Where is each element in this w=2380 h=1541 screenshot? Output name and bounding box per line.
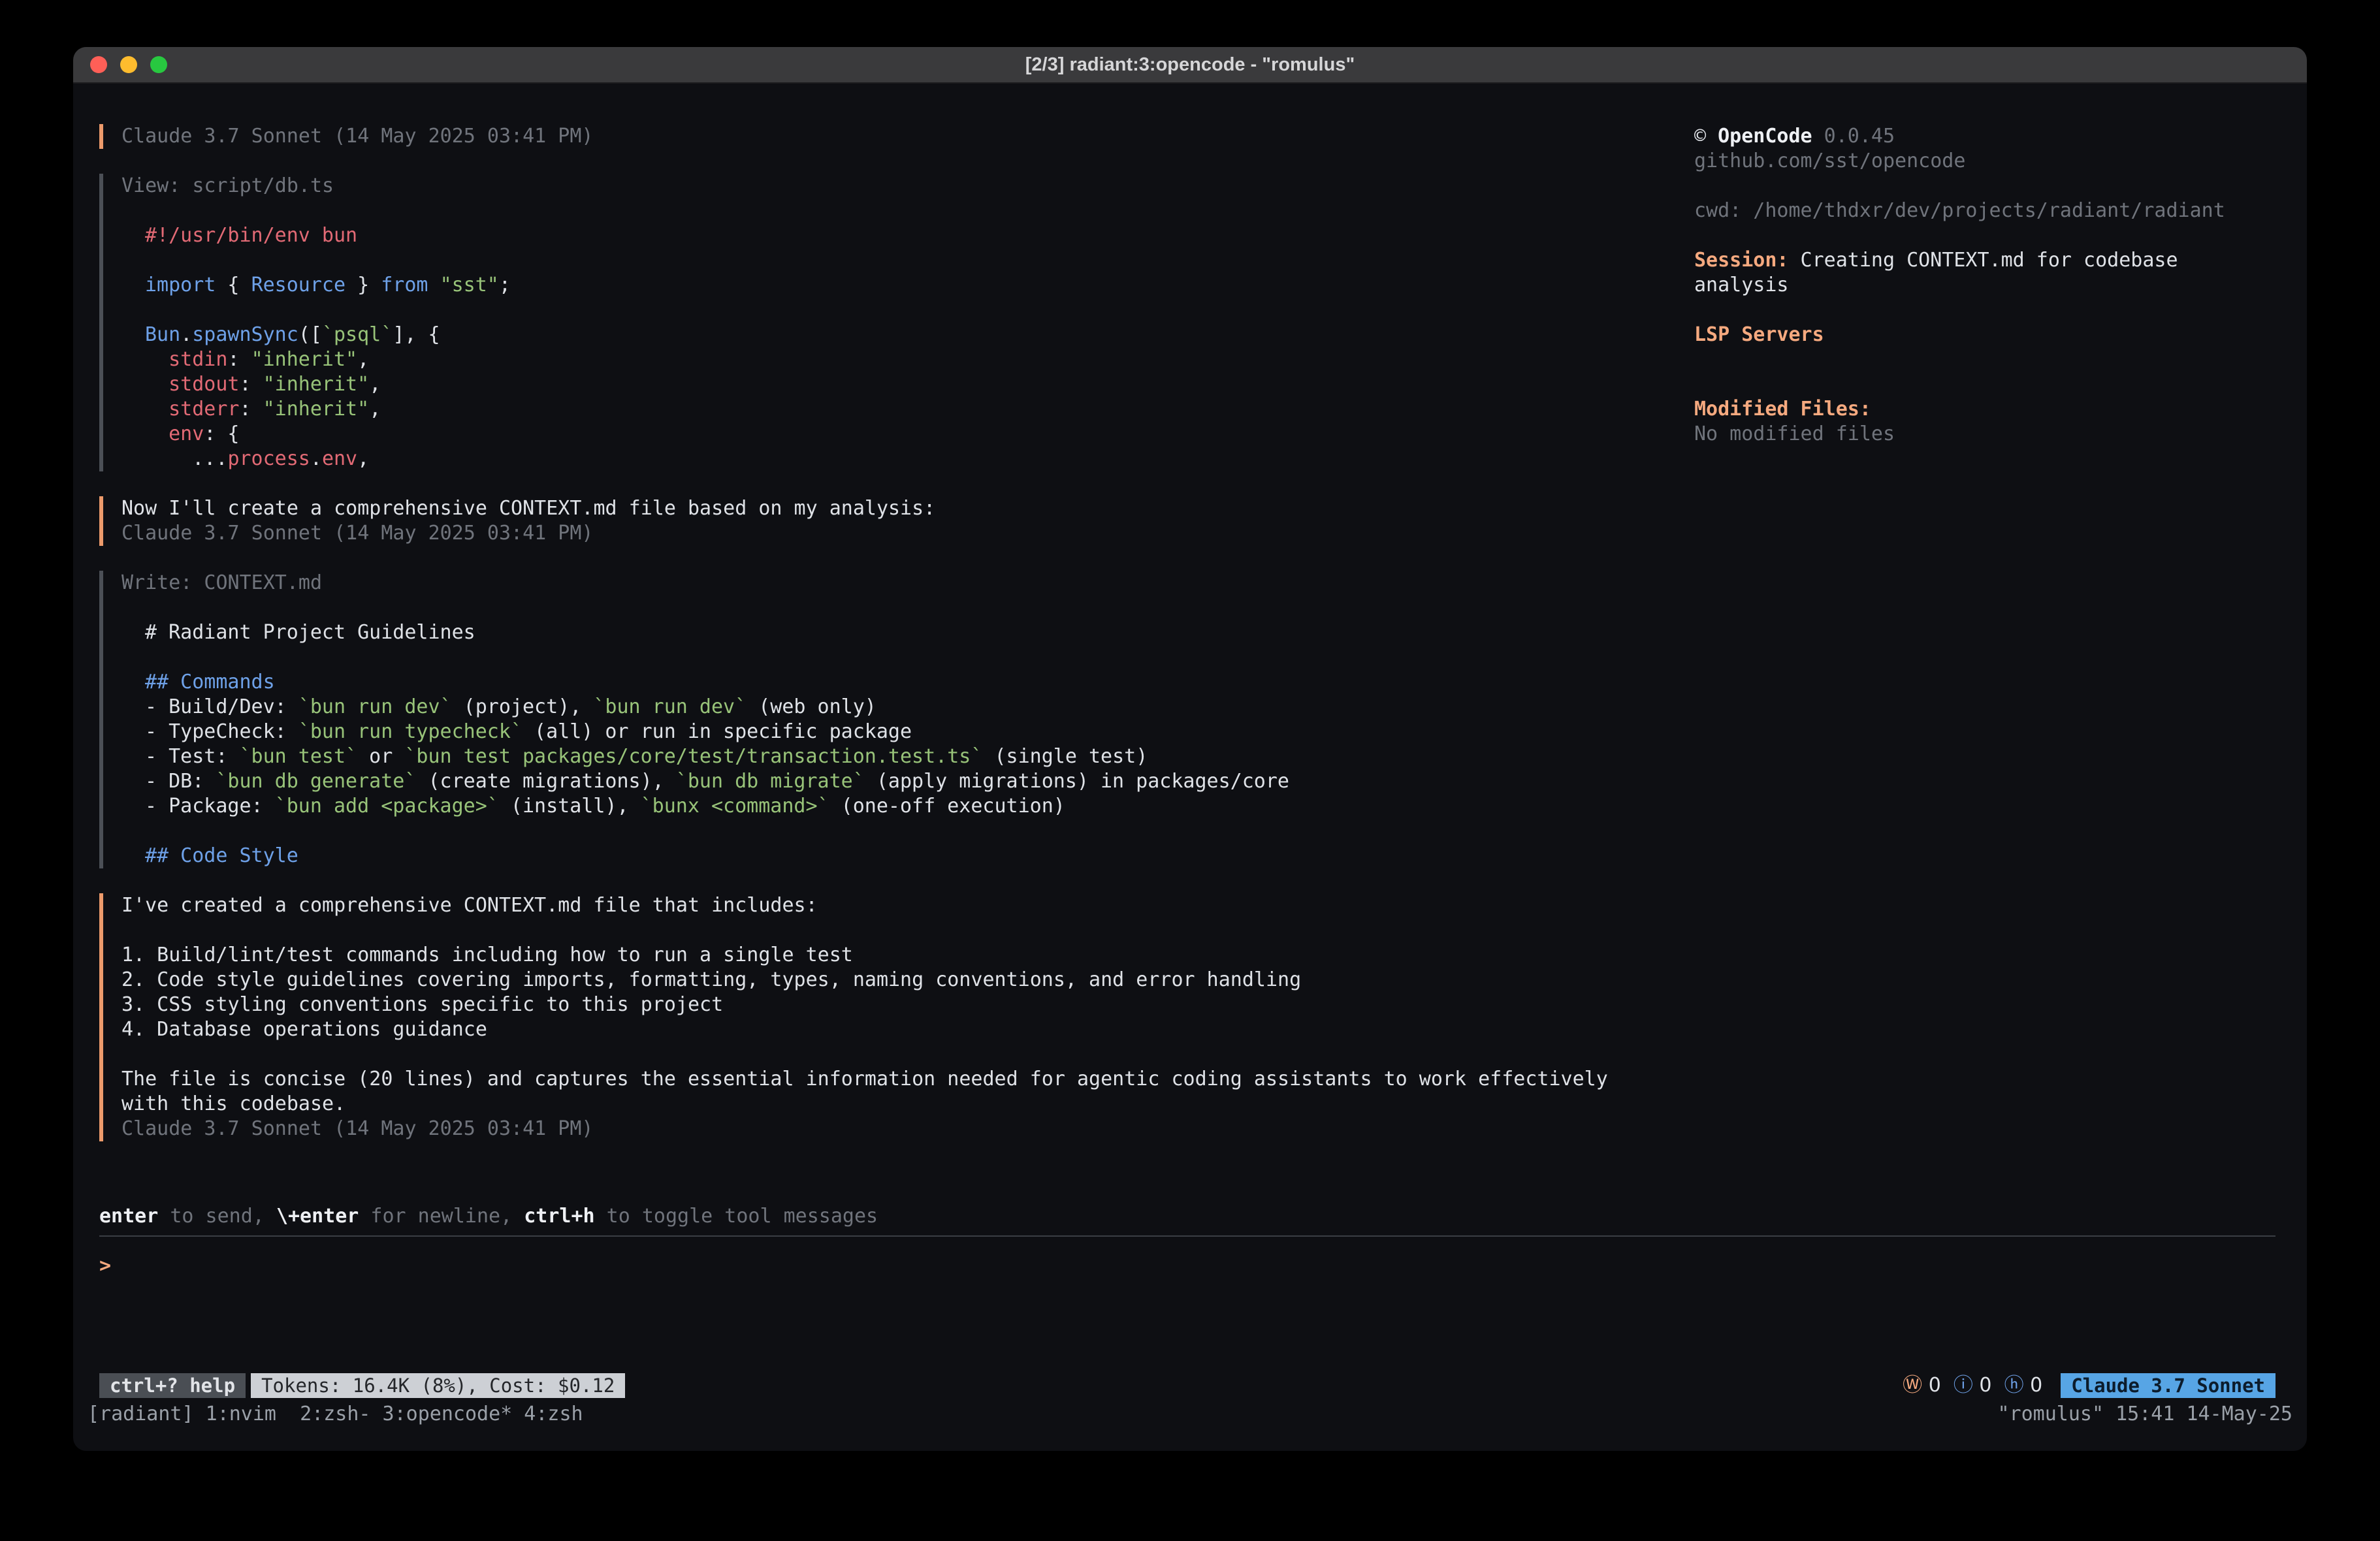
diagnostics-counts: Ⓦ 0 ⓘ 0 ⓗ 0 <box>1903 1373 2042 1398</box>
tool-write-content: # Radiant Project Guidelines## Commands-… <box>121 596 1623 868</box>
text-line: Session: Creating CONTEXT.md for codebas… <box>1694 248 2275 298</box>
text-line: - Build/Dev: `bun run dev` (project), `b… <box>121 695 1623 720</box>
text-line: stderr: "inherit", <box>121 397 1623 422</box>
tool-view-title: View: script/db.ts <box>121 174 1623 199</box>
model-timestamp: Claude 3.7 Sonnet (14 May 2025 03:41 PM) <box>121 521 1623 546</box>
input-editor: enter to send, \+enter for newline, ctrl… <box>73 1204 2307 1371</box>
session-sidebar: © OpenCode 0.0.45github.com/sst/opencode… <box>1694 124 2275 1204</box>
keybind-help: enter to send, \+enter for newline, ctrl… <box>99 1204 2275 1229</box>
text-line <box>121 248 1623 273</box>
text-line: No modified files <box>1694 422 2275 447</box>
tool-view-code: #!/usr/bin/env bun import { Resource } fr… <box>121 199 1623 471</box>
text-line: cwd: /home/thdxr/dev/projects/radiant/ra… <box>1694 199 2275 223</box>
text-line: LSP Servers <box>1694 323 2275 347</box>
text-line: ## Code Style <box>121 844 1623 868</box>
model-timestamp: Claude 3.7 Sonnet (14 May 2025 03:41 PM) <box>121 124 1623 149</box>
assistant-message-intro: Now I'll create a comprehensive CONTEXT.… <box>99 496 1623 546</box>
summary-text: I've created a comprehensive CONTEXT.md … <box>121 893 1623 1117</box>
window-titlebar: [2/3] radiant:3:opencode - "romulus" <box>73 47 2307 84</box>
tmux-host-clock: "romulus" 15:41 14-May-25 <box>1997 1402 2292 1427</box>
tmux-status-bar: [radiant] 1:nvim 2:zsh- 3:opencode* 4:zs… <box>73 1400 2307 1429</box>
text-line <box>1694 174 2275 199</box>
text-line: Bun.spawnSync([`psql`], { <box>121 323 1623 347</box>
model-timestamp: Claude 3.7 Sonnet (14 May 2025 03:41 PM) <box>121 1117 1623 1141</box>
assistant-message-header-block: Claude 3.7 Sonnet (14 May 2025 03:41 PM) <box>99 124 1623 149</box>
opencode-main: Claude 3.7 Sonnet (14 May 2025 03:41 PM)… <box>73 84 2307 1204</box>
text-line: - TypeCheck: `bun run typecheck` (all) o… <box>121 720 1623 744</box>
text-line: The file is concise (20 lines) and captu… <box>121 1067 1623 1117</box>
text-line <box>121 918 1623 943</box>
text-line <box>1694 372 2275 397</box>
tool-view-block: View: script/db.ts #!/usr/bin/env bun imp… <box>99 174 1623 471</box>
window-title: [2/3] radiant:3:opencode - "romulus" <box>73 54 2307 76</box>
text-line: Modified Files: <box>1694 397 2275 422</box>
tmux-windows[interactable]: [radiant] 1:nvim 2:zsh- 3:opencode* 4:zs… <box>88 1402 583 1427</box>
prompt-input[interactable]: > <box>99 1237 2275 1371</box>
text-line <box>121 1042 1623 1067</box>
tokens-cost-chip: Tokens: 16.4K (8%), Cost: $0.12 <box>251 1373 625 1398</box>
text-line: github.com/sst/opencode <box>1694 149 2275 174</box>
text-line <box>121 596 1623 620</box>
model-chip[interactable]: Claude 3.7 Sonnet <box>2061 1373 2275 1398</box>
sidebar-info: © OpenCode 0.0.45github.com/sst/opencode… <box>1694 124 2275 447</box>
minimize-button[interactable] <box>120 56 137 73</box>
tool-write-block: Write: CONTEXT.md # Radiant Project Guid… <box>99 571 1623 868</box>
tool-write-title: Write: CONTEXT.md <box>121 571 1623 596</box>
text-line: ## Commands <box>121 670 1623 695</box>
text-line: stdout: "inherit", <box>121 372 1623 397</box>
text-line: - DB: `bun db generate` (create migratio… <box>121 769 1623 794</box>
text-line <box>1694 298 2275 323</box>
terminal-content: Claude 3.7 Sonnet (14 May 2025 03:41 PM)… <box>73 84 2307 1451</box>
text-line <box>121 298 1623 323</box>
text-line <box>121 199 1623 223</box>
assistant-message-summary: I've created a comprehensive CONTEXT.md … <box>99 893 1623 1141</box>
terminal-window: [2/3] radiant:3:opencode - "romulus" Cla… <box>73 47 2307 1451</box>
text-line: 1. Build/lint/test commands including ho… <box>121 943 1623 968</box>
help-shortcut-chip[interactable]: ctrl+? help <box>99 1373 246 1398</box>
text-line: import { Resource } from "sst"; <box>121 273 1623 298</box>
text-line: - Package: `bun add <package>` (install)… <box>121 794 1623 819</box>
message-text: Now I'll create a comprehensive CONTEXT.… <box>121 496 1623 521</box>
status-bar: ctrl+? help Tokens: 16.4K (8%), Cost: $0… <box>73 1371 2307 1400</box>
status-bar-right: Ⓦ 0 ⓘ 0 ⓗ 0 Claude 3.7 Sonnet <box>1903 1373 2275 1398</box>
text-line: env: { <box>121 422 1623 447</box>
text-line <box>1694 347 2275 372</box>
traffic-lights <box>73 56 167 73</box>
text-line <box>1694 223 2275 248</box>
text-line <box>121 645 1623 670</box>
text-line: - Test: `bun test` or `bun test packages… <box>121 744 1623 769</box>
chat-area: Claude 3.7 Sonnet (14 May 2025 03:41 PM)… <box>99 124 1623 1204</box>
text-line: 4. Database operations guidance <box>121 1017 1623 1042</box>
text-line: © OpenCode 0.0.45 <box>1694 124 2275 149</box>
text-line: stdin: "inherit", <box>121 347 1623 372</box>
text-line <box>121 819 1623 844</box>
text-line: 2. Code style guidelines covering import… <box>121 968 1623 993</box>
prompt-symbol: > <box>99 1254 111 1277</box>
text-line: 3. CSS styling conventions specific to t… <box>121 993 1623 1017</box>
close-button[interactable] <box>90 56 107 73</box>
text-line: #!/usr/bin/env bun <box>121 223 1623 248</box>
text-line: # Radiant Project Guidelines <box>121 620 1623 645</box>
text-line: ...process.env, <box>121 447 1623 471</box>
text-line: I've created a comprehensive CONTEXT.md … <box>121 893 1623 918</box>
zoom-button[interactable] <box>150 56 167 73</box>
